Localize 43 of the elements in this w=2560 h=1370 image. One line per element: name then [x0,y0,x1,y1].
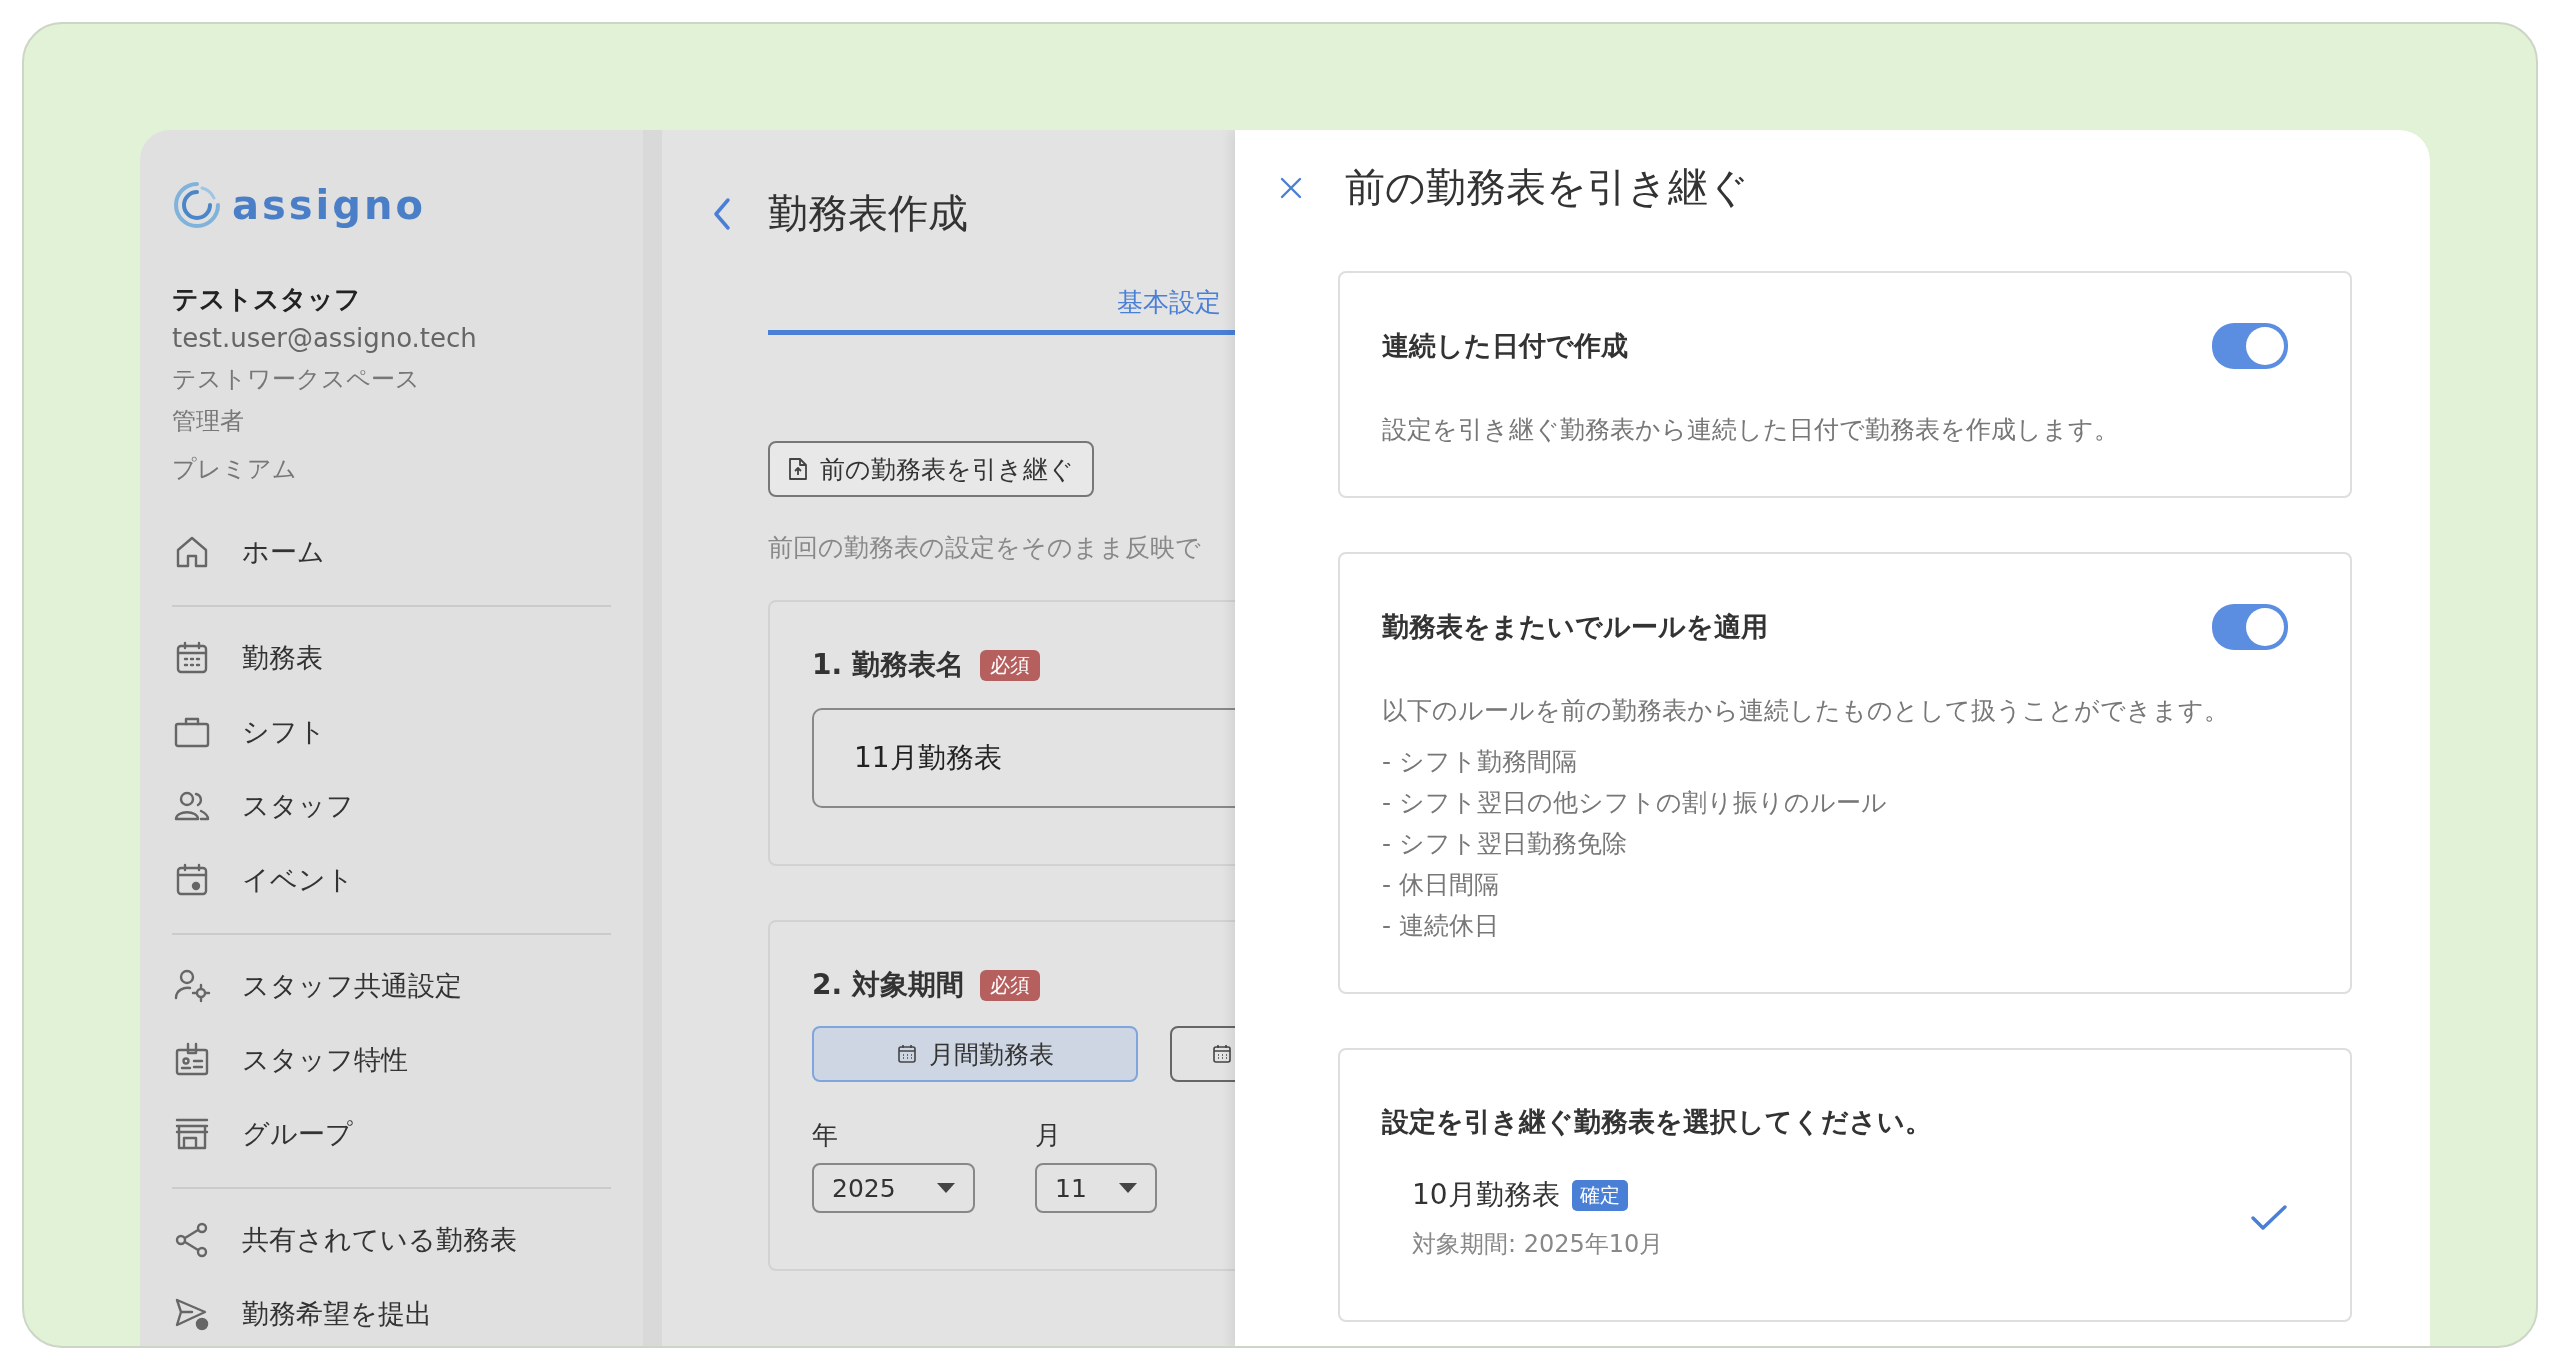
rule-item: - 休日間隔 [1382,869,1500,901]
dropdown[interactable]: 11 [1035,1163,1157,1213]
page-title: 勤務表作成 [768,189,968,238]
logo-text: assigno [232,182,426,228]
drawer-title: 前の勤務表を引き継ぐ [1345,163,1749,212]
status-tag: 確定 [1571,1179,1628,1211]
rule-item: - 連続休日 [1382,910,1500,942]
required-tag: 必須 [979,969,1040,1001]
rule-item: - シフト翌日勤務免除 [1382,828,1628,860]
nav-item[interactable]: スタッフ [172,769,643,843]
plan-name: プレミアム [172,454,298,485]
nav-item[interactable]: 共有されている勤務表 [172,1203,643,1277]
nav-item[interactable]: グループ [172,1097,643,1171]
section-title: 2. 対象期間 [812,967,964,1003]
nav-item[interactable]: スタッフ共通設定 [172,949,643,1023]
required-tag: 必須 [979,649,1040,681]
nav-item[interactable]: シフト [172,695,643,769]
nav-item[interactable]: スタッフ特性 [172,1023,643,1097]
rule-item: - シフト翌日の他シフトの割り振りのルール [1382,787,1888,819]
period-type-button[interactable]: 月間勤務表 [812,1026,1138,1082]
dropdown[interactable]: 2025 [812,1163,975,1213]
user-role: 管理者 [172,406,245,437]
rule-item: - シフト勤務間隔 [1382,746,1578,778]
select-label: 月 [1035,1119,1062,1152]
workspace-name: テストワークスペース [172,364,421,395]
selection-prompt: 設定を引き継ぐ勤務表を選択してください。 [1382,1105,1933,1139]
schedule-option[interactable]: 10月勤務表 確定 対象期間: 2025年10月 [1382,1176,2288,1270]
schedule-period: 対象期間: 2025年10月 [1412,1229,1664,1260]
user-name: テストスタッフ [172,283,362,316]
section-title: 1. 勤務表名 [812,647,964,683]
nav-item[interactable]: ホーム [172,515,643,589]
option-title: 連続した日付で作成 [1382,329,1628,363]
select-label: 年 [812,1119,839,1152]
nav-item[interactable]: 勤務希望を提出 [172,1277,643,1346]
nav-item[interactable]: イベント [172,843,643,917]
option-description: 以下のルールを前の勤務表から連続したものとして扱うことができます。 [1382,695,2230,727]
option-description: 設定を引き継ぐ勤務表から連続した日付で勤務表を作成します。 [1382,414,2120,446]
schedule-name: 10月勤務表 [1412,1177,1560,1213]
option-title: 勤務表をまたいでルールを適用 [1382,610,1768,644]
description-text: 前回の勤務表の設定をそのまま反映で [768,532,1202,564]
nav-item[interactable]: 勤務表 [172,621,643,695]
user-email: test.user@assigno.tech [172,323,478,353]
import-button[interactable]: 前の勤務表を引き継ぐ [768,441,1094,497]
